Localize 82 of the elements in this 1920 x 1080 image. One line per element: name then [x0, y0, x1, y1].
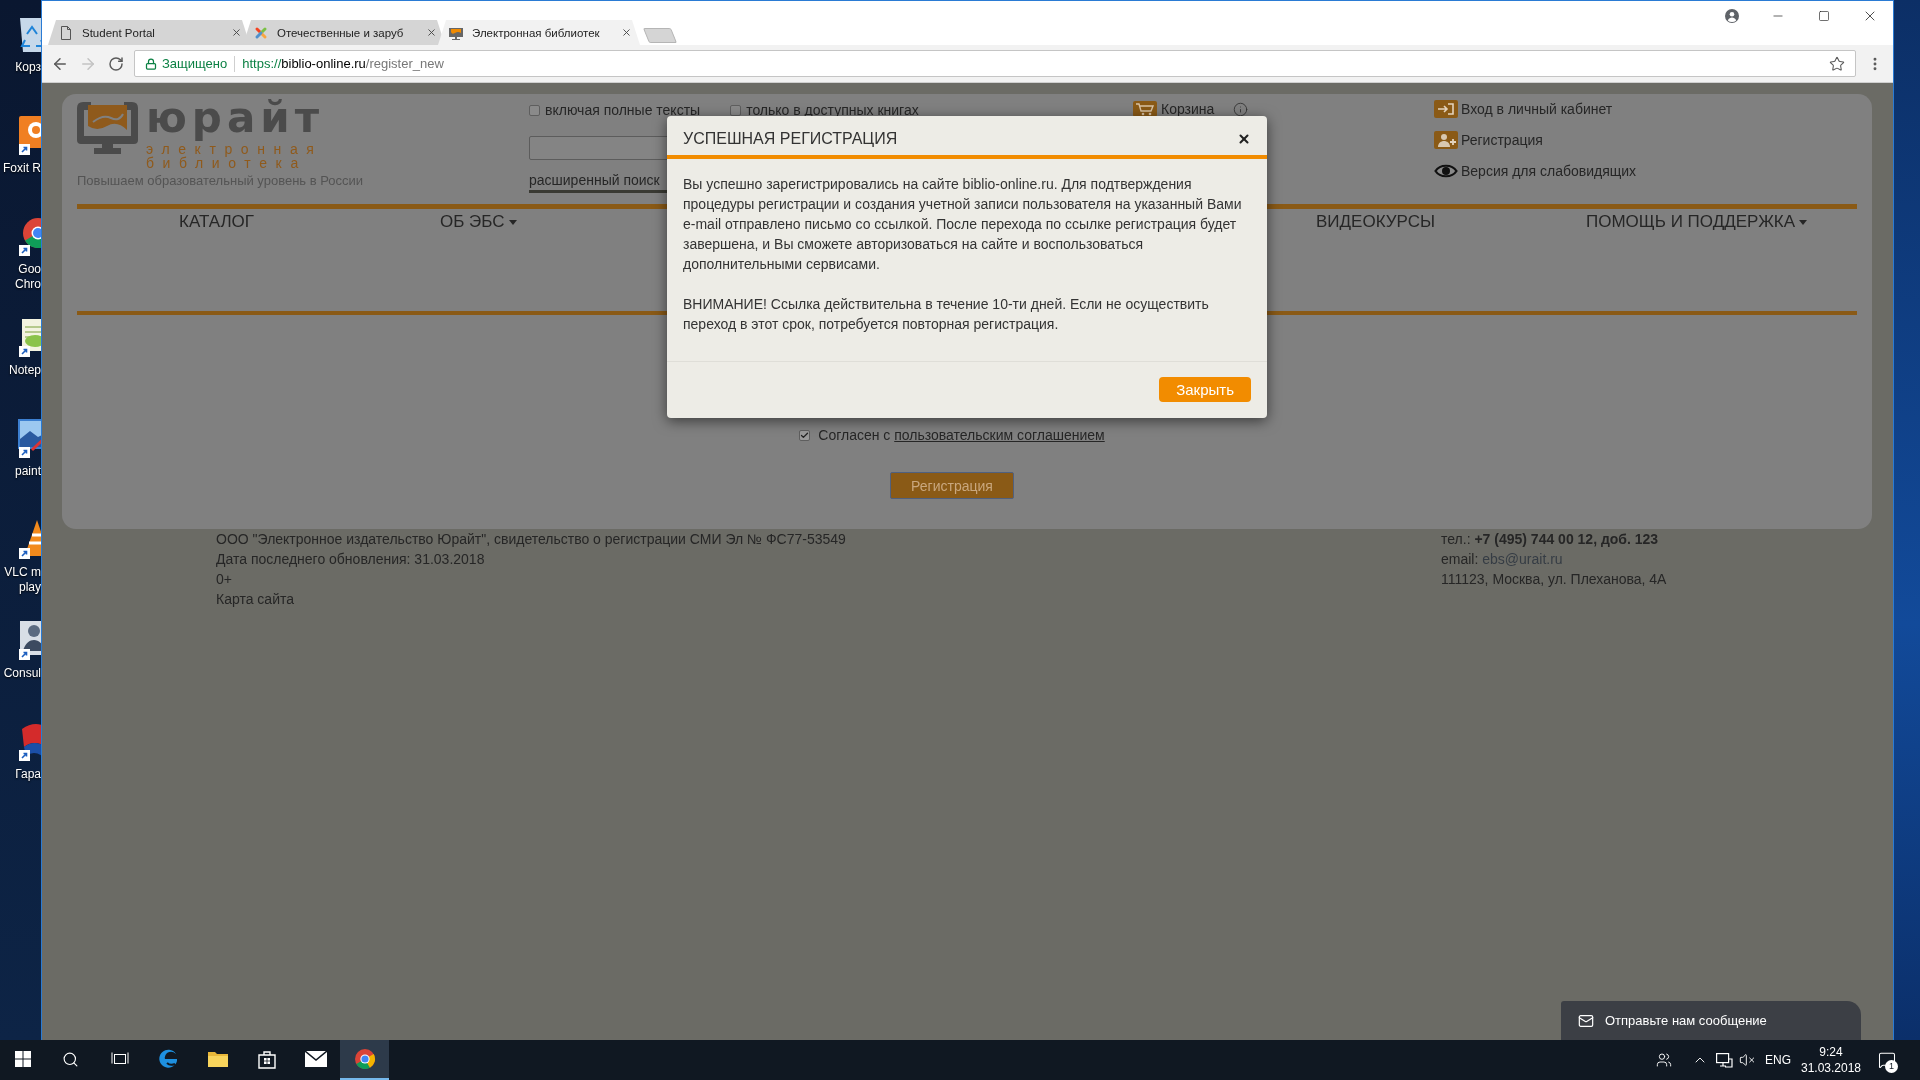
search-icon — [62, 1050, 79, 1068]
phone-text: тел.: +7 (495) 744 00 12, доб. 123 — [1441, 530, 1659, 549]
logo-subtitle: библиотека — [146, 156, 307, 170]
notification-badge: 1 — [1885, 1060, 1898, 1073]
header-link[interactable]: Регистрация — [1461, 132, 1543, 148]
eye-icon — [1434, 163, 1458, 179]
checkbox[interactable] — [529, 104, 540, 116]
header-link[interactable]: Версия для слабовидящих — [1461, 163, 1637, 179]
checkbox-label: только в доступных книгах — [746, 102, 919, 118]
agreement-text: Согласен с пользовательским соглашением — [818, 427, 1105, 443]
footer-text: ООО "Электронное издательство Юрайт", свидетельство о регистрации СМИ Эл № ФС77-53549 — [216, 530, 846, 549]
register-button[interactable]: Регистрация — [890, 472, 1014, 499]
address-text: 111123, Москва, ул. Плеханова, 4А — [1441, 570, 1667, 589]
desktop-icon-label: Goo — [18, 262, 41, 277]
login-icon — [1434, 100, 1458, 118]
mail-icon — [1578, 1012, 1594, 1029]
desktop-icon-label: play — [19, 580, 41, 595]
modal-text: ВНИМАНИЕ! Ссылка действительна в течение 10-ти дней. Если не осуществить переход в этот срок, потребуется повторная регистрация. — [683, 295, 1210, 334]
checkbox[interactable] — [730, 104, 742, 116]
checkbox-label: включая полные тексты — [545, 102, 701, 118]
nav-item[interactable]: КАТАЛОГ — [179, 211, 255, 233]
modal-text: Вы успешно зарегистрировались на сайте biblio-online.ru. Для подтверждения процедуры регистрации и создания учетной записи пользователя на указанный Вами e-mail отправлено письмо со ссылкой. После перехода по ссылке регистрация будет завершена, и Вы сможете авторизоваться на сайте и воспользоваться дополнительными сервисами. — [683, 175, 1243, 274]
lock-icon — [145, 57, 157, 70]
caret-icon — [1799, 219, 1808, 225]
desktop-icon-label: VLC m — [4, 565, 41, 580]
desktop-icon-label: Гара — [15, 767, 41, 782]
notification-icon — [1878, 1051, 1896, 1069]
logo-subtitle: электронная — [146, 142, 323, 156]
dismiss-button[interactable] — [1237, 132, 1251, 146]
nav-item[interactable]: ОБ ЭБС — [440, 211, 517, 233]
url-text: https://biblio-online.ru/register_new — [242, 56, 445, 71]
shopping-bag-icon — [256, 1049, 277, 1069]
modal-title: УСПЕШНАЯ РЕГИСТРАЦИЯ — [683, 129, 898, 149]
security-label: Защищено — [162, 56, 228, 71]
sitemap-link[interactable]: Карта сайта — [216, 589, 294, 609]
circle-logo-icon — [353, 1048, 376, 1070]
nav-item[interactable]: ПОМОЩЬ И ПОДДЕРЖКА — [1586, 211, 1808, 233]
people-icon — [1656, 1052, 1672, 1068]
cart-icon — [1133, 101, 1157, 117]
cart-link[interactable]: Корзина — [1161, 101, 1215, 117]
close-icon — [1237, 132, 1251, 146]
notification-button[interactable]: 1 — [1866, 1040, 1908, 1080]
close-icon[interactable] — [231, 27, 242, 38]
windows-logo-icon — [15, 1051, 31, 1067]
envelope-icon — [304, 1051, 327, 1067]
add-user-icon — [1434, 131, 1458, 149]
desktop-icon-label: Корз — [15, 60, 41, 75]
task-view-icon — [110, 1051, 129, 1067]
speaker-muted-icon — [1739, 1052, 1755, 1068]
footer-text: Дата последнего обновления: 31.03.2018 — [216, 550, 485, 569]
star-icon — [1829, 55, 1845, 72]
user-avatar-icon — [1725, 9, 1739, 23]
close-icon[interactable] — [426, 27, 437, 38]
desktop-icon-label: Notep — [8, 363, 41, 378]
desktop-icon-label: Foxit R — [3, 161, 41, 176]
nav-item[interactable]: ВИДЕОКУРСЫ — [1316, 211, 1435, 233]
address-field[interactable]: Защищено https://biblio-online.ru/register_new — [134, 50, 1856, 77]
check-icon — [800, 430, 810, 440]
checkbox[interactable] — [799, 429, 811, 441]
close-icon[interactable] — [621, 27, 632, 38]
desktop-icon-label: Consul — [3, 666, 41, 681]
chrome-button[interactable] — [340, 1040, 389, 1080]
network-icon — [1715, 1052, 1733, 1068]
chat-widget-button[interactable]: Отправьте нам сообщение — [1561, 1001, 1861, 1040]
reload-icon — [108, 55, 124, 72]
caret-icon — [508, 219, 517, 225]
desktop-icon-label: Chro — [15, 277, 41, 292]
page-icon — [58, 24, 74, 41]
folder-icon — [206, 1050, 229, 1068]
header-link[interactable]: Вход в личный кабинет — [1461, 101, 1613, 117]
logo-mark-icon — [77, 102, 138, 154]
language-button[interactable]: ENG — [1762, 1040, 1794, 1080]
search-field[interactable] — [529, 136, 670, 160]
maximize-icon — [1818, 10, 1830, 22]
clock-button[interactable]: 9:24 31.03.2018 — [1800, 1040, 1862, 1080]
footer-text: 0+ — [216, 570, 232, 589]
agreement-link[interactable]: пользовательским соглашением — [894, 427, 1105, 443]
swirl-icon — [157, 1048, 180, 1070]
info-icon[interactable] — [1233, 101, 1249, 117]
close-button[interactable]: Закрыть — [1159, 377, 1251, 402]
desktop-icon-label: paint — [14, 464, 41, 479]
browser-tab[interactable]: Электронная библиотек — [438, 20, 640, 45]
